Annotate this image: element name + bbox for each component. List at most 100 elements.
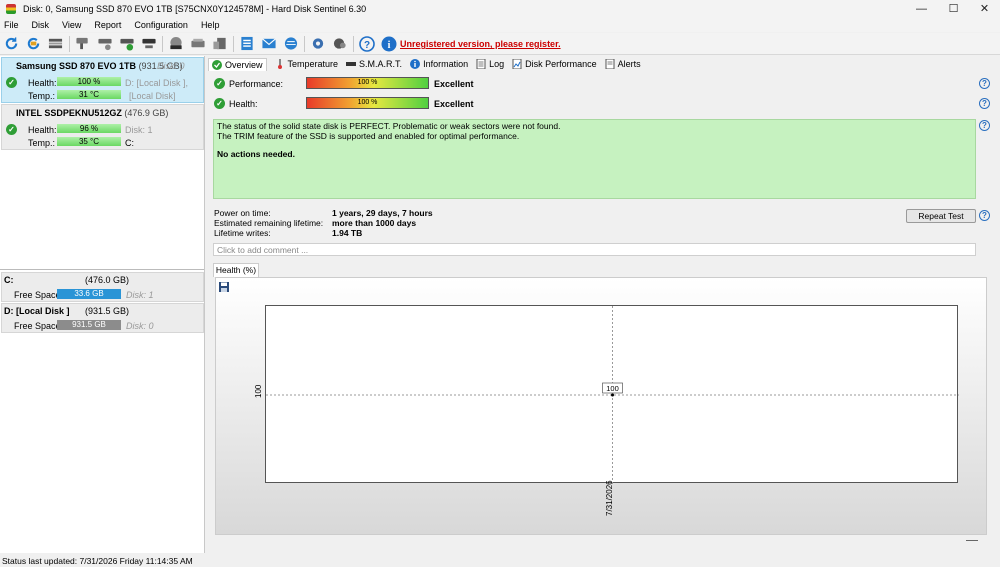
advanced-settings-icon[interactable] — [331, 35, 348, 52]
server-icon[interactable] — [211, 35, 228, 52]
svg-text:100: 100 — [606, 384, 619, 393]
tab-temperature[interactable]: Temperature — [275, 59, 338, 69]
tab-alerts[interactable]: Alerts — [605, 59, 641, 69]
volume-name: D: [Local Disk ] — [4, 306, 70, 316]
alert-disk-icon[interactable] — [167, 35, 184, 52]
repeat-test-help-icon[interactable]: ? — [979, 210, 990, 221]
tab-information[interactable]: Information — [410, 59, 468, 69]
chart-collapse-handle[interactable] — [966, 540, 978, 541]
disk-number: Disk: 0 — [126, 321, 154, 331]
volume-c[interactable]: C: (476.0 GB) Free Space 33.6 GB Disk: 1 — [1, 272, 204, 302]
status-help-icon[interactable]: ? — [979, 120, 990, 131]
health-label: Health: — [28, 125, 57, 135]
health-chart-svg: 100 — [266, 306, 959, 484]
tab-strip: Overview Temperature S.M.A.R.T. Informat… — [208, 57, 649, 71]
tab-disk-performance[interactable]: Disk Performance — [512, 59, 597, 69]
health-help-icon[interactable]: ? — [979, 98, 990, 109]
writes-value: 1.94 TB — [332, 228, 363, 238]
data-point-label: 100 — [602, 382, 623, 394]
tab-health-chart[interactable]: Health (%) — [213, 263, 259, 277]
info-icon[interactable]: i — [380, 35, 397, 52]
health-plot: 100 — [265, 305, 959, 484]
svg-text:i: i — [387, 40, 390, 51]
temp-bar: 35 °C — [57, 137, 121, 146]
free-space-label: Free Space — [14, 290, 61, 300]
register-link[interactable]: Unregistered version, please register. — [400, 39, 561, 49]
app-icon — [6, 4, 16, 14]
svg-text:?: ? — [363, 40, 369, 51]
minimize-button[interactable]: — — [906, 0, 937, 18]
smart-icon — [346, 62, 357, 66]
thermometer-icon — [277, 59, 282, 69]
tab-log[interactable]: Log — [476, 59, 504, 69]
writes-label: Lifetime writes: — [214, 228, 271, 238]
temp-label: Temp.: — [28, 91, 56, 101]
disk-number: Disk: 1 — [126, 290, 154, 300]
free-space-bar: 33.6 GB — [57, 289, 121, 299]
performance-label: Performance: — [229, 79, 284, 89]
health-bar: 100 % — [306, 97, 429, 109]
menu-configuration[interactable]: Configuration — [134, 20, 188, 30]
performance-bar: 100 % — [306, 77, 429, 89]
status-description: The status of the solid state disk is PE… — [213, 119, 976, 199]
volume-d[interactable]: D: [Local Disk ] (931.5 GB) Free Space 9… — [1, 303, 204, 333]
temp-location: C: — [125, 138, 134, 148]
disk-entry-1[interactable]: INTEL SSDPEKNU512GZ (476.9 GB) ✓ Health:… — [1, 104, 204, 150]
volume-name: C: — [4, 275, 14, 285]
refresh-icon[interactable] — [3, 35, 20, 52]
external-disk-icon[interactable] — [189, 35, 206, 52]
status-bar: Status last updated: 7/31/2026 Friday 11… — [0, 555, 1000, 567]
free-space-label: Free Space — [14, 321, 61, 331]
disk-name: INTEL SSDPEKNU512GZ (476.9 GB) — [16, 108, 169, 118]
log-icon — [476, 59, 486, 69]
disk-ok-icon[interactable] — [118, 35, 135, 52]
close-button[interactable]: ✕ — [969, 0, 1000, 18]
power-on-value: 1 years, 29 days, 7 hours — [332, 208, 433, 218]
y-tick-label: 100 — [254, 384, 263, 398]
menu-file[interactable]: File — [4, 20, 19, 30]
menu-disk[interactable]: Disk — [32, 20, 50, 30]
settings-gear-icon[interactable] — [309, 35, 326, 52]
disk-list-icon[interactable] — [47, 35, 64, 52]
comment-input[interactable]: Click to add comment ... — [213, 243, 976, 256]
performance-rating: Excellent — [434, 79, 474, 89]
refresh-all-icon[interactable] — [25, 35, 42, 52]
save-icon[interactable] — [219, 282, 229, 292]
status-ok-icon: ✓ — [6, 77, 17, 88]
health-label: Health: — [28, 78, 57, 88]
tab-smart[interactable]: S.M.A.R.T. — [346, 59, 402, 69]
disk-test-icon[interactable] — [96, 35, 113, 52]
repeat-test-button[interactable]: Repeat Test — [906, 209, 976, 223]
menu-report[interactable]: Report — [94, 20, 121, 30]
performance-ok-icon: ✓ — [214, 78, 225, 89]
disk-panel: Samsung SSD 870 EVO 1TB (931.5 GB) Disk:… — [0, 56, 205, 553]
drive-letter: D: [Local Disk ], — [125, 78, 189, 88]
disk-entry-0[interactable]: Samsung SSD 870 EVO 1TB (931.5 GB) Disk:… — [1, 57, 204, 103]
health-bar: 96 % — [57, 124, 121, 133]
report-icon[interactable] — [238, 35, 255, 52]
disk-details-icon[interactable] — [74, 35, 91, 52]
status-action: No actions needed. — [217, 149, 295, 159]
menu-help[interactable]: Help — [201, 20, 220, 30]
status-line-2: The TRIM feature of the SSD is supported… — [217, 130, 520, 141]
volume-size: (931.5 GB) — [85, 306, 130, 316]
temp-label: Temp.: — [28, 138, 56, 148]
tab-overview[interactable]: Overview — [208, 57, 267, 71]
x-tick-label: 7/31/2026 — [605, 480, 614, 516]
email-icon[interactable] — [260, 35, 277, 52]
disk-number: Disk: 1 — [125, 125, 153, 135]
menu-bar: File Disk View Report Configuration Help — [0, 18, 1000, 32]
menu-view[interactable]: View — [62, 20, 81, 30]
help-icon[interactable]: ? — [358, 35, 375, 52]
lifetime-value: more than 1000 days — [332, 218, 417, 228]
data-point — [611, 393, 614, 397]
check-icon — [212, 59, 222, 70]
performance-help-icon[interactable]: ? — [979, 78, 990, 89]
window-title: Disk: 0, Samsung SSD 870 EVO 1TB [S75CNX… — [23, 4, 367, 14]
power-on-label: Power on time: — [214, 208, 271, 218]
web-icon[interactable] — [282, 35, 299, 52]
temp-location: [Local Disk] — [129, 91, 176, 101]
maximize-button[interactable]: ☐ — [938, 0, 969, 18]
lifetime-label: Estimated remaining lifetime: — [214, 218, 324, 228]
disk-surface-icon[interactable] — [140, 35, 157, 52]
